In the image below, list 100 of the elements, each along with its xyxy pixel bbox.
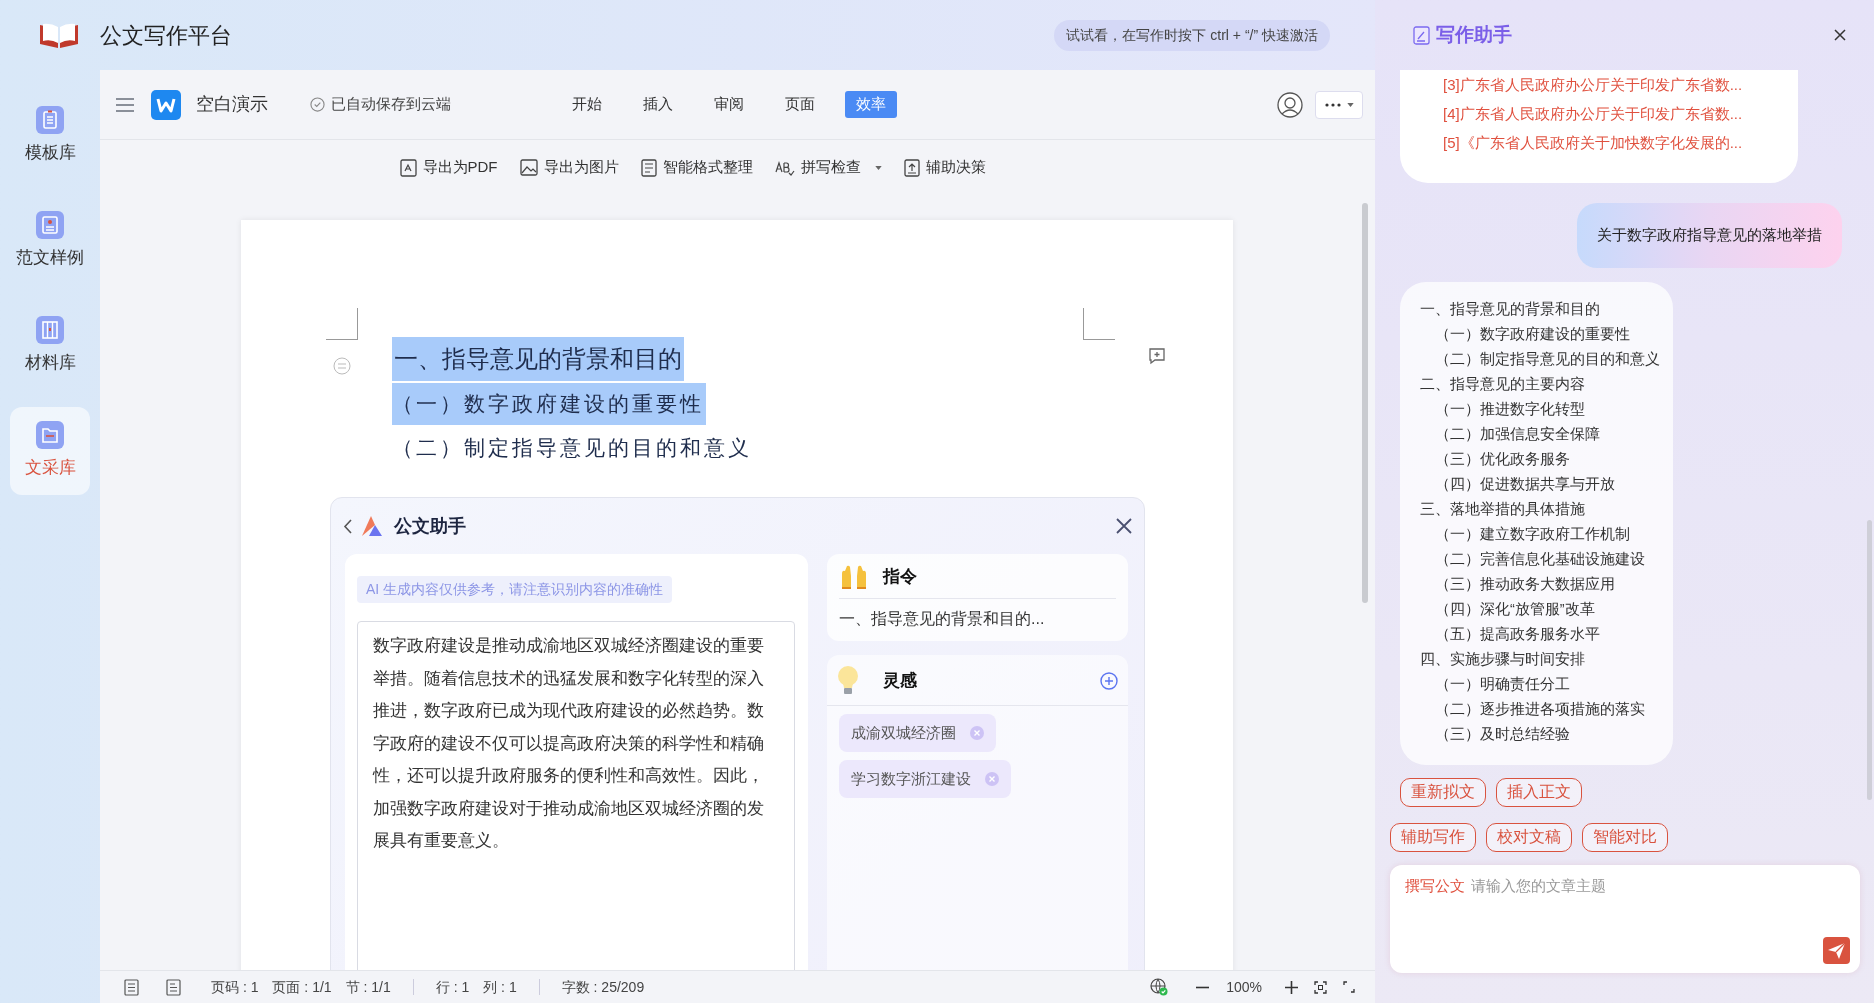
sidebar-item[interactable]: 模板库 bbox=[10, 92, 90, 180]
menu-tab[interactable]: 页面 bbox=[774, 91, 826, 118]
outline-subheading: （五）提高政务服务水平 bbox=[1434, 624, 1601, 644]
action-button[interactable]: 辅助写作 bbox=[1390, 822, 1476, 852]
tag-label: 学习数字浙江建设 bbox=[851, 768, 971, 789]
outline-subheading: （一）明确责任分工 bbox=[1434, 674, 1571, 694]
cabinet-icon bbox=[36, 316, 64, 345]
toolbar-button[interactable]: 导出为图片 bbox=[519, 156, 619, 179]
close-icon[interactable] bbox=[1834, 29, 1846, 41]
caret-icon bbox=[874, 165, 882, 170]
outline-subheading: （三）优化政务服务 bbox=[1434, 449, 1571, 469]
back-icon[interactable] bbox=[343, 518, 352, 534]
outline-subheading: （二）逐步推进各项措施的落实 bbox=[1434, 699, 1646, 719]
outline-subheading: （三）及时总结经验 bbox=[1434, 724, 1571, 744]
app-title: 公文写作平台 bbox=[100, 21, 232, 50]
inspiration-tag[interactable]: 学习数字浙江建设 bbox=[839, 760, 1011, 798]
lightbulb-icon bbox=[837, 665, 859, 697]
inspiration-tag[interactable]: 成渝双城经济圈 bbox=[839, 714, 996, 752]
action-button[interactable]: 重新拟文 bbox=[1400, 777, 1486, 807]
outline-subheading: （一）推进数字化转型 bbox=[1434, 399, 1586, 419]
clipboard-icon bbox=[36, 106, 64, 135]
caret-icon bbox=[1346, 102, 1354, 107]
page-view-icon[interactable] bbox=[166, 978, 181, 996]
outline-heading: 四、实施步骤与时间安排 bbox=[1420, 649, 1586, 669]
decision-doc-icon bbox=[903, 158, 920, 177]
menu-tab[interactable]: 插入 bbox=[632, 91, 684, 118]
reference-link[interactable]: [3]广东省人民政府办公厅关于印发广东省数... bbox=[1443, 70, 1798, 99]
panel-title: 写作助手 bbox=[1436, 22, 1512, 47]
mode-label: 撰写公文 bbox=[1405, 875, 1465, 896]
outline-heading: 三、落地举措的具体措施 bbox=[1420, 499, 1586, 519]
sidebar-item[interactable]: 文采库 bbox=[10, 407, 90, 495]
user-message: 关于数字政府指导意见的落地举措 bbox=[1577, 203, 1842, 268]
document-heading: （二）制定指导意见的目的和意义 bbox=[392, 435, 753, 462]
shortcut-hint: 试试看，在写作时按下 ctrl + “/” 快速激活 bbox=[1054, 19, 1330, 51]
scrollbar[interactable] bbox=[1867, 520, 1872, 800]
command-text: 一、指导意见的背景和目的... bbox=[839, 609, 1046, 629]
document-heading: （一）数字政府建设的重要性 bbox=[392, 383, 706, 425]
action-button[interactable]: 智能对比 bbox=[1582, 822, 1668, 852]
assistant-logo-icon bbox=[360, 515, 384, 537]
status-text: 页码 : 1 bbox=[211, 977, 259, 997]
status-text: 页面 : 1/1 bbox=[272, 977, 332, 997]
outline-subheading: （二）完善信息化基础设施建设 bbox=[1434, 549, 1646, 569]
folder-icon bbox=[36, 421, 64, 450]
fit-screen-icon[interactable] bbox=[1314, 980, 1327, 994]
outline-subheading: （四）深化“放管服”改革 bbox=[1434, 599, 1596, 619]
toolbar-button[interactable]: 拼写检查 bbox=[774, 156, 882, 179]
outline-subheading: （二）加强信息安全保障 bbox=[1434, 424, 1601, 444]
menu-icon[interactable] bbox=[116, 96, 134, 113]
toolbar-button[interactable]: 智能格式整理 bbox=[640, 156, 753, 179]
document-heading: 一、指导意见的背景和目的 bbox=[392, 337, 684, 381]
corner-mark bbox=[1083, 308, 1115, 340]
book-logo-icon bbox=[38, 21, 80, 49]
zoom-in-icon[interactable] bbox=[1285, 980, 1298, 994]
save-status: 已自动保存到云端 bbox=[331, 94, 451, 115]
status-text: 列 : 1 bbox=[483, 977, 517, 997]
tag-label: 成渝双城经济圈 bbox=[851, 722, 956, 743]
certificate-icon bbox=[36, 211, 64, 240]
check-circle-icon bbox=[310, 97, 325, 112]
w-logo-icon bbox=[151, 89, 181, 120]
action-button[interactable]: 插入正文 bbox=[1496, 777, 1582, 807]
fullscreen-icon[interactable] bbox=[1343, 981, 1355, 993]
zoom-level: 100% bbox=[1226, 977, 1262, 997]
assistant-title: 公文助手 bbox=[394, 514, 466, 538]
scrollbar[interactable] bbox=[1362, 203, 1368, 603]
outline-subheading: （一）建立数字政府工作机制 bbox=[1434, 524, 1631, 544]
toolbar-button[interactable]: 导出为PDF bbox=[399, 156, 498, 179]
image-export-icon bbox=[519, 159, 538, 176]
document-edit-icon bbox=[1413, 25, 1430, 45]
corner-mark bbox=[326, 308, 358, 340]
outline-subheading: （四）促进数据共享与开放 bbox=[1434, 474, 1616, 494]
menu-tab[interactable]: 开始 bbox=[561, 91, 613, 118]
pdf-export-icon bbox=[399, 158, 417, 177]
add-comment-icon[interactable] bbox=[1148, 347, 1166, 365]
reference-link[interactable]: [5]《广东省人民政府关于加快数字化发展的... bbox=[1443, 128, 1798, 157]
toolbar-button[interactable]: 辅助决策 bbox=[903, 156, 986, 179]
outline-subheading: （三）推动政务大数据应用 bbox=[1434, 574, 1616, 594]
close-icon[interactable] bbox=[1116, 518, 1132, 534]
document-format-icon bbox=[640, 158, 657, 177]
spell-check-icon bbox=[774, 159, 795, 176]
sidebar-item[interactable]: 材料库 bbox=[10, 302, 90, 390]
globe-check-icon[interactable] bbox=[1150, 978, 1169, 996]
section-title: 灵感 bbox=[883, 670, 917, 693]
ai-disclaimer: AI 生成内容仅供参考，请注意识别内容的准确性 bbox=[357, 576, 673, 603]
action-button[interactable]: 校对文稿 bbox=[1486, 822, 1572, 852]
menu-tab[interactable]: 审阅 bbox=[703, 91, 755, 118]
sidebar-item[interactable]: 范文样例 bbox=[10, 197, 90, 285]
section-title: 指令 bbox=[883, 566, 917, 589]
outline-heading: 二、指导意见的主要内容 bbox=[1420, 374, 1586, 394]
status-text: 字数 : 25/209 bbox=[561, 977, 645, 997]
outline-subheading: （一）数字政府建设的重要性 bbox=[1434, 324, 1631, 344]
status-text: 行 : 1 bbox=[435, 977, 470, 997]
reference-link[interactable]: [4]广东省人民政府办公厅关于印发广东省数... bbox=[1443, 99, 1798, 128]
outline-view-icon[interactable] bbox=[124, 978, 139, 996]
more-icon bbox=[1324, 102, 1341, 107]
avatar-icon[interactable] bbox=[1277, 91, 1303, 118]
status-text: 节 : 1/1 bbox=[345, 977, 391, 997]
document-name: 空白演示 bbox=[196, 93, 268, 116]
outline-heading: 一、指导意见的背景和目的 bbox=[1420, 299, 1601, 319]
add-circle-icon[interactable] bbox=[1100, 672, 1118, 690]
send-icon[interactable] bbox=[1823, 936, 1850, 964]
